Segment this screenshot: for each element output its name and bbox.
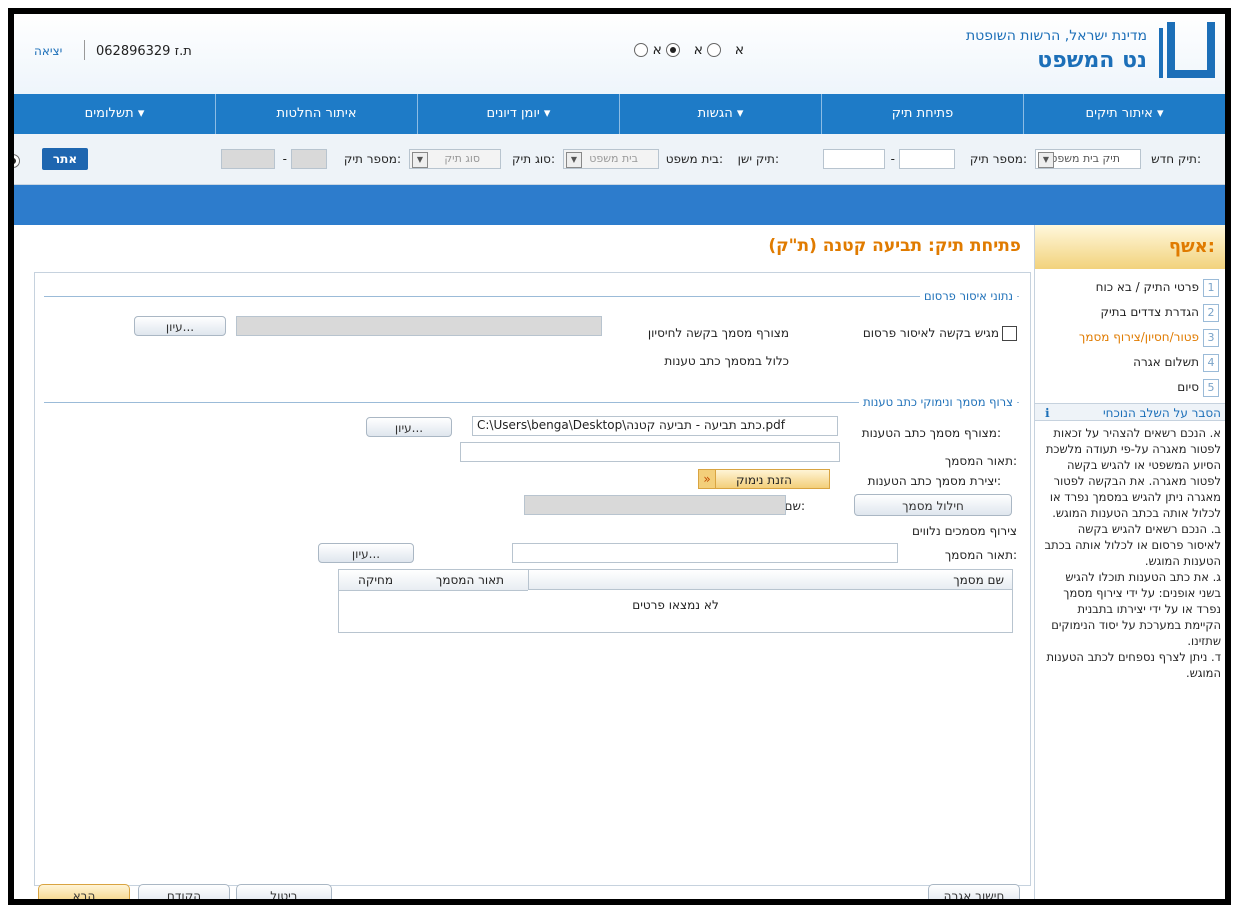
nav-payments[interactable]: תשלומים ▾ bbox=[14, 94, 215, 134]
attachments-title: צירוף מסמכים נלווים bbox=[911, 524, 1017, 538]
old-case-label: תיק ישן: bbox=[737, 152, 779, 166]
case-number-input-2[interactable] bbox=[823, 149, 885, 169]
col-delete: מחיקה bbox=[339, 570, 412, 591]
dash-separator: - bbox=[282, 152, 287, 166]
header: מדינת ישראל, הרשות השופטת נט המשפט א א א… bbox=[14, 14, 1225, 94]
cancel-button[interactable]: ביטול bbox=[236, 884, 332, 899]
section-legend: נתוני איסור פרסום bbox=[919, 289, 1017, 303]
chevron-down-icon: ▾ bbox=[1156, 106, 1164, 121]
publication-section: נתוני איסור פרסום bbox=[44, 289, 1019, 303]
lang-option-2[interactable]: א bbox=[694, 42, 722, 58]
radio-selected-icon bbox=[666, 43, 681, 57]
wizard-step-1[interactable]: פרטי התיק / בא כוח 1 bbox=[1043, 279, 1219, 297]
calculate-fee-button[interactable]: חישוב אגרה bbox=[928, 884, 1020, 899]
court-label: בית משפט: bbox=[665, 152, 723, 166]
section-legend: צרוף מסמך ונימוקי כתב טענות bbox=[859, 395, 1017, 409]
wizard-step-2[interactable]: הגדרת צדדים בתיק 2 bbox=[1043, 304, 1219, 322]
user-id: ת.ז 062896329 bbox=[96, 44, 192, 59]
chevron-down-icon: ▾ bbox=[543, 106, 551, 121]
generate-document-button[interactable]: חילול מסמך bbox=[854, 494, 1012, 516]
help-paragraph: ד. ניתן לצרף נספחים לכתב הטענות המוגש. bbox=[1046, 650, 1221, 680]
help-paragraph: א. הנכם רשאים להצהיר על זכאות לפטור מאגר… bbox=[1045, 426, 1221, 520]
double-chevron-icon[interactable]: » bbox=[698, 469, 716, 489]
attachment-desc-label: תאור המסמך: bbox=[944, 548, 1017, 562]
pleading-file-path[interactable]: C:\Users\benga\Desktop\כתב תביעה - תביעה… bbox=[472, 416, 838, 436]
case-number-input-1[interactable] bbox=[899, 149, 955, 169]
wizard-step-4[interactable]: תשלום אגרה 4 bbox=[1043, 354, 1219, 372]
radio-icon bbox=[707, 43, 722, 57]
attachment-desc-input[interactable] bbox=[512, 543, 898, 563]
doc-desc-input[interactable] bbox=[460, 442, 840, 462]
publication-request-checkbox[interactable] bbox=[1002, 326, 1017, 341]
case-number-label: מספר תיק: bbox=[969, 152, 1027, 166]
nav-filings[interactable]: הגשות ▾ bbox=[619, 94, 821, 134]
browse-attachment-button[interactable]: עיון... bbox=[318, 543, 414, 563]
help-paragraph: ב. הנכם רשאים להגיש בקשה לאיסור פרסום או… bbox=[1044, 522, 1221, 568]
blue-band bbox=[14, 185, 1225, 225]
privilege-file-input[interactable] bbox=[236, 316, 602, 336]
lang-option-1[interactable]: א bbox=[652, 42, 681, 58]
case-search-bar: תיק חדש: תיק בית משפט ▼ מספר תיק: - תיק … bbox=[14, 134, 1225, 185]
main-nav: איתור תיקים ▾ פתיחת תיק הגשות ▾ יומן דיו… bbox=[14, 94, 1225, 134]
court-logo-icon bbox=[1157, 22, 1215, 78]
lang-option-3[interactable]: א bbox=[634, 42, 744, 58]
chevron-down-icon: ▼ bbox=[412, 152, 428, 168]
new-case-label: תיק חדש: bbox=[1151, 152, 1201, 166]
submitter-input[interactable] bbox=[524, 495, 786, 515]
pleading-section: צרוף מסמך ונימוקי כתב טענות bbox=[44, 395, 1019, 409]
page-title: פתיחת תיק: תביעה קטנה (ת"ק) bbox=[768, 236, 1021, 256]
case-type-select[interactable]: סוג תיק ▼ bbox=[409, 149, 501, 169]
help-text: א. הנכם רשאים להצהיר על זכאות לפטור מאגר… bbox=[1041, 425, 1221, 681]
attach-privilege-label: מצורף מסמך בקשה לחיסיון bbox=[647, 326, 789, 340]
browse-privilege-button[interactable]: עיון... bbox=[134, 316, 226, 336]
back-button[interactable]: הקודם bbox=[138, 884, 230, 899]
case-number-label-2: מספר תיק: bbox=[343, 152, 401, 166]
create-pleading-label: יצירת מסמך כתב הטענות: bbox=[867, 474, 1001, 488]
new-case-radio[interactable] bbox=[14, 153, 20, 168]
doc-desc-label: תאור המסמך: bbox=[944, 454, 1017, 468]
attached-pleading-label: מצורף מסמך כתב הטענות: bbox=[861, 426, 1001, 440]
wizard-step-3[interactable]: פטור/חסיון/צירוף מסמך 3 bbox=[1043, 329, 1219, 347]
publication-request-label: מגיש בקשה לאיסור פרסום bbox=[862, 326, 999, 340]
wizard-step-5[interactable]: סיום 5 bbox=[1043, 379, 1219, 397]
divider bbox=[84, 40, 85, 60]
nav-decisions[interactable]: איתור החלטות bbox=[215, 94, 417, 134]
nav-open-case[interactable]: פתיחת תיק bbox=[821, 94, 1023, 134]
enter-reasons-button[interactable]: הזנת נימוק bbox=[698, 469, 830, 489]
state-name: מדינת ישראל, הרשות השופטת bbox=[965, 28, 1147, 44]
app-name: נט המשפט bbox=[1037, 48, 1147, 73]
chevron-down-icon: ▾ bbox=[137, 106, 145, 121]
chevron-down-icon: ▾ bbox=[736, 106, 744, 121]
empty-message: לא נמצאו פרטים bbox=[632, 598, 719, 612]
new-case-type-select[interactable]: תיק בית משפט ▼ bbox=[1035, 149, 1141, 169]
info-icon: ℹ bbox=[1045, 406, 1050, 420]
case-type-label: סוג תיק: bbox=[512, 152, 555, 166]
include-in-pleading-label: כלול במסמך כתב טענות bbox=[664, 354, 789, 368]
wizard-title: אשף: bbox=[1035, 225, 1225, 269]
nav-case-search[interactable]: איתור תיקים ▾ bbox=[1023, 94, 1225, 134]
help-paragraph: ג. את כתב הטענות תוכלו להגיש בשני אופנים… bbox=[1051, 570, 1221, 648]
col-doc-desc: תאור המסמך bbox=[411, 570, 528, 591]
app-window: מדינת ישראל, הרשות השופטת נט המשפט א א א… bbox=[8, 8, 1231, 905]
browse-pleading-button[interactable]: עיון... bbox=[366, 417, 452, 437]
dash-separator: - bbox=[890, 152, 895, 166]
help-header: הסבר על השלב הנוכחי ℹ bbox=[1035, 403, 1225, 421]
chevron-down-icon: ▼ bbox=[566, 152, 582, 168]
language-selector: א א א bbox=[634, 42, 744, 58]
old-case-number-input-2[interactable] bbox=[221, 149, 275, 169]
search-button[interactable]: אתר bbox=[42, 148, 88, 170]
next-button[interactable]: הבא bbox=[38, 884, 130, 899]
court-select[interactable]: בית משפט ▼ bbox=[563, 149, 659, 169]
wizard-sidebar: אשף: פרטי התיק / בא כוח 1 הגדרת צדדים בתי… bbox=[1034, 225, 1225, 899]
old-case-number-input-1[interactable] bbox=[291, 149, 327, 169]
exit-link[interactable]: יציאה bbox=[34, 44, 62, 58]
chevron-down-icon: ▼ bbox=[1038, 152, 1054, 168]
attachments-table: שם מסמך תאור המסמך מחיקה לא נמצאו פרטים bbox=[338, 569, 1013, 633]
nav-hearings[interactable]: יומן דיונים ▾ bbox=[417, 94, 619, 134]
col-doc-name: שם מסמך bbox=[528, 570, 1012, 590]
radio-icon bbox=[634, 43, 648, 57]
